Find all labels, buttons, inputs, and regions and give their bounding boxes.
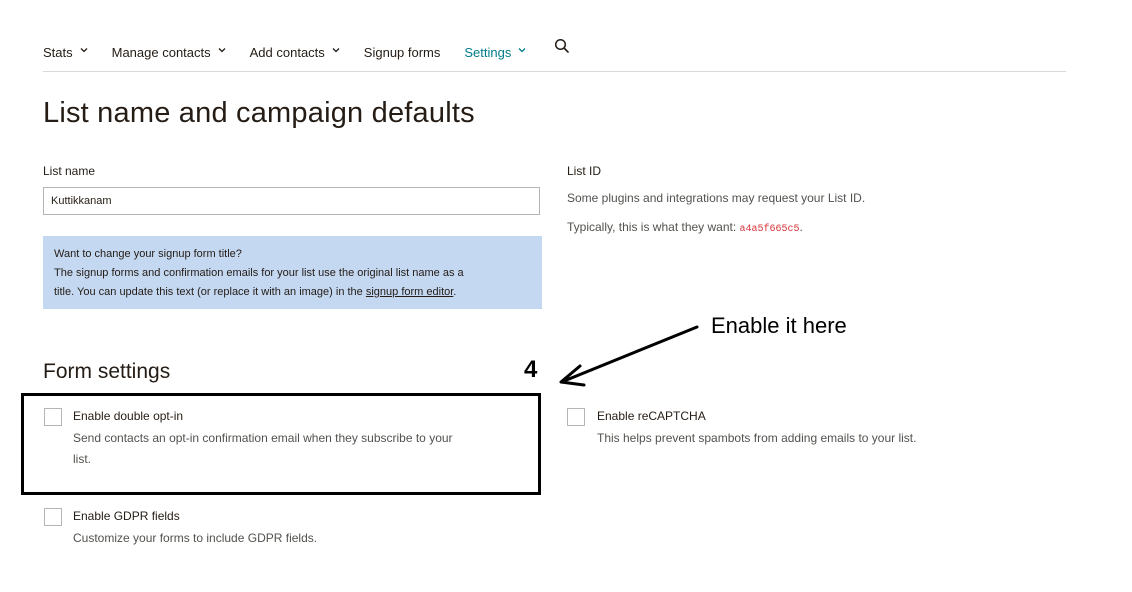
list-id-label: List ID <box>567 164 602 178</box>
list-id-typical-suffix: . <box>799 220 803 234</box>
signup-title-info-box: Want to change your signup form title? T… <box>43 236 542 309</box>
list-name-input[interactable] <box>43 187 540 215</box>
nav-item-label: Settings <box>464 44 512 60</box>
gdpr-label: Enable GDPR fields <box>73 509 180 523</box>
signup-form-editor-link[interactable]: signup form editor <box>366 286 453 298</box>
search-icon[interactable] <box>554 38 570 57</box>
recaptcha-checkbox[interactable] <box>567 408 585 426</box>
page-title: List name and campaign defaults <box>43 97 475 129</box>
recaptcha-description: This helps prevent spambots from adding … <box>597 431 917 445</box>
form-settings-title: Form settings <box>43 360 171 383</box>
chevron-down-icon <box>218 46 226 54</box>
nav-item-label: Signup forms <box>363 44 441 60</box>
recaptcha-label: Enable reCAPTCHA <box>597 409 706 423</box>
list-id-typical: Typically, this is what they want: a4a5f… <box>567 220 803 235</box>
nav-item-add-contacts[interactable]: Add contacts <box>250 40 340 64</box>
chevron-down-icon <box>518 46 526 54</box>
info-box-text: The signup forms and confirmation emails… <box>54 267 464 279</box>
info-box-text-2: title. You can update this text (or repl… <box>54 283 531 302</box>
annotation-arrow-icon <box>559 325 699 387</box>
list-id-typical-prefix: Typically, this is what they want: <box>567 220 740 234</box>
annotation-step-number: 4 <box>524 356 538 383</box>
nav-item-label: Manage contacts <box>111 44 211 60</box>
top-nav: Stats Manage contacts Add contacts Signu… <box>43 38 1066 72</box>
nav-item-manage-contacts[interactable]: Manage contacts <box>112 40 226 64</box>
chevron-down-icon <box>80 46 88 54</box>
annotation-text: Enable it here <box>711 313 847 338</box>
nav-item-settings[interactable]: Settings <box>464 40 526 64</box>
info-box-title: Want to change your signup form title? <box>54 248 242 260</box>
nav-item-stats[interactable]: Stats <box>43 40 88 64</box>
nav-item-label: Add contacts <box>249 44 325 60</box>
list-id-value: a4a5f665c5 <box>739 224 800 235</box>
chevron-down-icon <box>332 46 340 54</box>
nav-item-signup-forms[interactable]: Signup forms <box>364 40 441 64</box>
annotation-highlight-box <box>21 393 541 495</box>
info-box-text-suffix: . <box>453 286 457 298</box>
gdpr-description: Customize your forms to include GDPR fie… <box>73 531 318 545</box>
nav-item-label: Stats <box>43 44 73 60</box>
info-box-text-prefix: title. You can update this text (or repl… <box>54 286 366 298</box>
list-id-description: Some plugins and integrations may reques… <box>567 191 866 205</box>
gdpr-checkbox[interactable] <box>44 508 62 526</box>
list-name-label: List name <box>43 164 96 178</box>
